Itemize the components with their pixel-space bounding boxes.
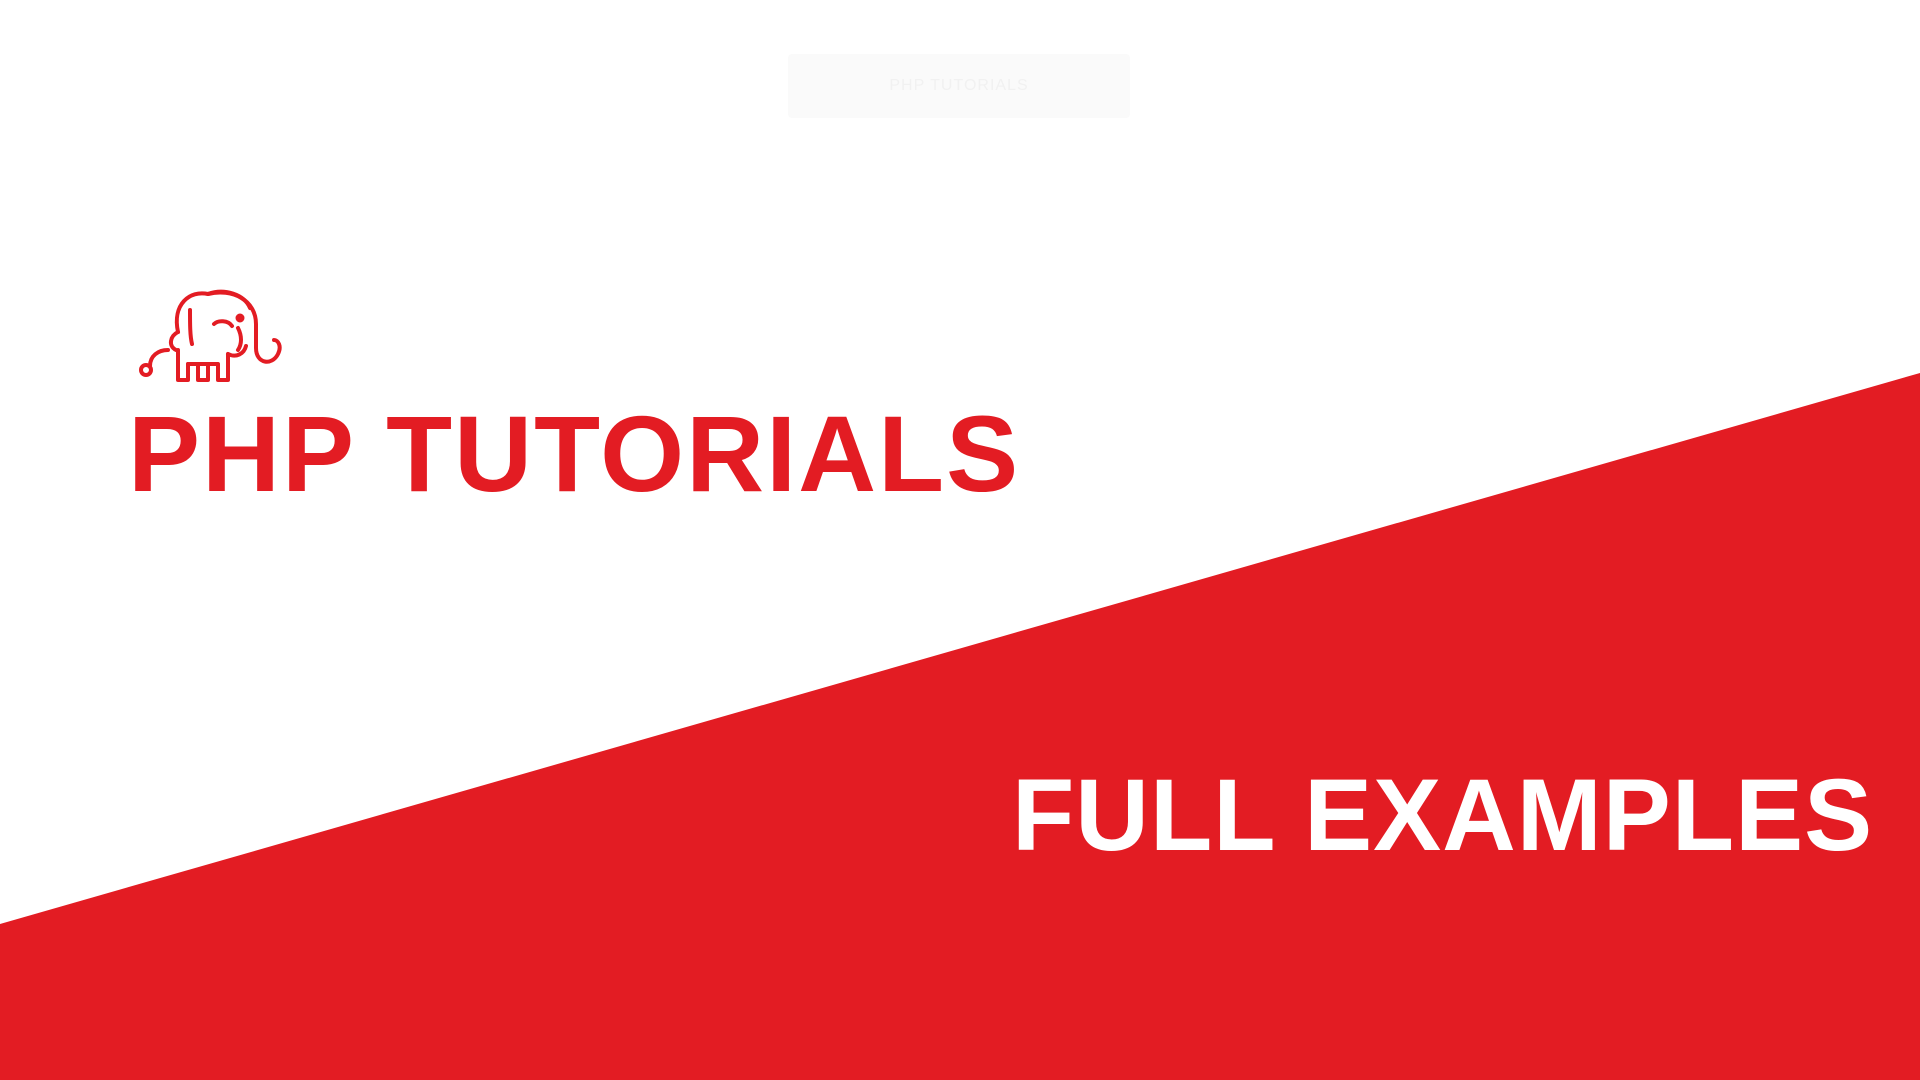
top-badge: PHP TUTORIALS	[788, 54, 1130, 118]
page-title: PHP TUTORIALS	[128, 393, 1021, 514]
subtitle: FULL EXAMPLES	[1012, 758, 1874, 872]
elephant-icon	[139, 289, 282, 382]
red-diagonal-banner	[0, 373, 1920, 1080]
thumbnail-canvas: PHP TUTORIALS PHP TUTORIALS FULL EXAMPLE…	[0, 0, 1920, 1080]
top-badge-label: PHP TUTORIALS	[889, 77, 1029, 94]
